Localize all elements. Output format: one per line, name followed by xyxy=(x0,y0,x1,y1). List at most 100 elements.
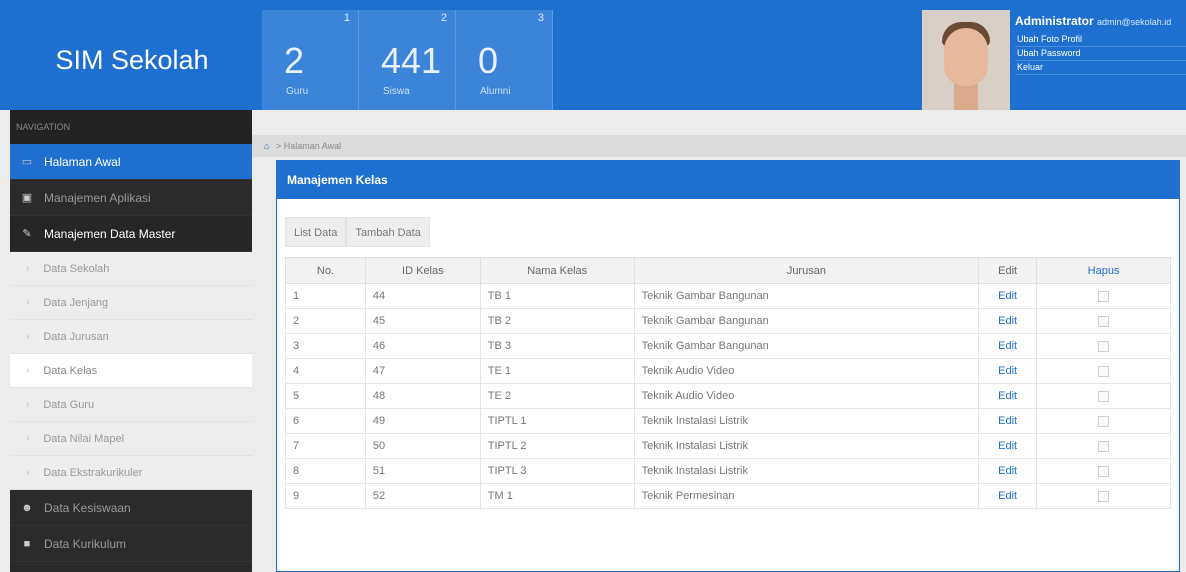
cell-no: 5 xyxy=(285,383,366,409)
edit-link[interactable]: Edit xyxy=(998,340,1017,352)
edit-link[interactable]: Edit xyxy=(998,315,1017,327)
table-row: 5 48 TE 2 Teknik Audio Video Edit xyxy=(285,383,1171,409)
column-header-no[interactable]: No. xyxy=(285,257,366,284)
sidebar-item-label: Manajemen Aplikasi xyxy=(44,190,151,205)
column-header-delete[interactable]: Hapus xyxy=(1036,257,1171,284)
avatar[interactable] xyxy=(922,10,1010,110)
cell-no: 3 xyxy=(285,333,366,359)
cell-name: TB 2 xyxy=(479,308,635,334)
delete-checkbox[interactable] xyxy=(1098,415,1110,427)
sidebar-subitem-guru[interactable]: › Data Guru xyxy=(10,388,252,422)
sidebar-subitem-label: Data Kelas xyxy=(43,364,98,377)
cell-major: Teknik Instalasi Listrik xyxy=(633,408,980,434)
stat-label: Siswa xyxy=(383,86,410,97)
cell-major: Teknik Instalasi Listrik xyxy=(633,458,980,484)
edit-link[interactable]: Edit xyxy=(998,390,1017,402)
class-management-panel: Manajemen Kelas List Data Tambah Data No… xyxy=(276,160,1180,572)
breadcrumb-item[interactable]: Halaman Awal xyxy=(284,141,341,151)
sidebar-subitem-label: Data Ekstrakurikuler xyxy=(43,466,143,479)
cell-no: 4 xyxy=(285,358,366,384)
cell-major: Teknik Audio Video xyxy=(633,383,980,409)
delete-checkbox[interactable] xyxy=(1098,390,1110,402)
laptop-icon: ▭ xyxy=(21,156,33,168)
cell-id: 46 xyxy=(364,333,481,359)
delete-checkbox[interactable] xyxy=(1098,365,1110,377)
cell-major: Teknik Audio Video xyxy=(633,358,980,384)
column-header-name[interactable]: Nama Kelas xyxy=(479,257,635,284)
cell-no: 9 xyxy=(285,483,366,509)
sidebar-subitem-label: Data Nilai Mapel xyxy=(43,432,125,445)
cell-id: 50 xyxy=(364,433,481,459)
sidebar-subitem-label: Data Sekolah xyxy=(43,262,110,275)
cell-name: TB 3 xyxy=(479,333,635,359)
edit-link[interactable]: Edit xyxy=(998,440,1017,452)
sidebar-subitem-sekolah[interactable]: › Data Sekolah xyxy=(10,252,252,286)
edit-link[interactable]: Edit xyxy=(998,415,1017,427)
column-header-id[interactable]: ID Kelas xyxy=(364,257,481,284)
edit-link[interactable]: Edit xyxy=(998,365,1017,377)
pencil-icon: ✎ xyxy=(22,228,32,240)
stat-value: 441 xyxy=(381,40,442,81)
cell-no: 2 xyxy=(285,308,366,334)
user-email: admin@sekolah.id xyxy=(1097,17,1172,27)
users-icon: ☻ xyxy=(21,501,33,514)
cell-major: Teknik Gambar Bangunan xyxy=(633,283,980,309)
edit-link[interactable]: Edit xyxy=(998,490,1017,502)
sidebar-item-kurikulum[interactable]: ■ Data Kurikulum xyxy=(10,526,252,562)
cell-no: 1 xyxy=(285,283,366,309)
sidebar-subitem-kelas[interactable]: › Data Kelas xyxy=(10,354,252,388)
sidebar-item-kesiswaan[interactable]: ☻ Data Kesiswaan xyxy=(10,490,252,526)
table-header-row: No. ID Kelas Nama Kelas Jurusan Edit Hap… xyxy=(285,257,1171,284)
sidebar-subitem-jurusan[interactable]: › Data Jurusan xyxy=(10,320,252,354)
tab-list-data[interactable]: List Data xyxy=(285,217,347,247)
sidebar-subitem-label: Data Guru xyxy=(43,398,95,411)
sidebar-item-home[interactable]: ▭ Halaman Awal xyxy=(10,144,252,180)
cell-major: Teknik Gambar Bangunan xyxy=(633,308,980,334)
stat-guru[interactable]: 1 2 Guru xyxy=(262,10,359,110)
stat-index: 3 xyxy=(537,12,544,24)
tab-add-data[interactable]: Tambah Data xyxy=(346,217,430,247)
edit-link[interactable]: Edit xyxy=(998,465,1017,477)
stat-value: 2 xyxy=(284,40,305,81)
edit-link[interactable]: Edit xyxy=(998,290,1017,302)
stat-alumni[interactable]: 3 0 Alumni xyxy=(456,10,553,110)
top-header: SIM Sekolah 1 2 Guru 2 441 Siswa 3 0 Alu… xyxy=(0,0,1186,110)
table-row: 7 50 TIPTL 2 Teknik Instalasi Listrik Edit xyxy=(285,433,1171,459)
table-row: 4 47 TE 1 Teknik Audio Video Edit xyxy=(285,358,1171,384)
sidebar-item-label: Data Kurikulum xyxy=(44,536,127,551)
stat-siswa[interactable]: 2 441 Siswa xyxy=(359,10,456,110)
cell-name: TB 1 xyxy=(479,283,635,309)
change-photo-link[interactable]: Ubah Foto Profil xyxy=(1015,33,1186,47)
home-icon[interactable]: ⌂ xyxy=(264,141,269,151)
cell-id: 51 xyxy=(364,458,481,484)
sidebar-item-label: Data Kesiswaan xyxy=(44,500,131,515)
breadcrumb: ⌂ > Halaman Awal xyxy=(252,135,1186,157)
sidebar-subitem-jenjang[interactable]: › Data Jenjang xyxy=(10,286,252,320)
cell-no: 6 xyxy=(285,408,366,434)
table-row: 9 52 TM 1 Teknik Permesinan Edit xyxy=(285,483,1171,509)
app-logo[interactable]: SIM Sekolah xyxy=(12,10,252,110)
logout-link[interactable]: Keluar xyxy=(1015,61,1186,75)
sidebar-item-app-management[interactable]: ▣ Manajemen Aplikasi xyxy=(10,180,252,216)
delete-checkbox[interactable] xyxy=(1098,440,1110,452)
column-header-major[interactable]: Jurusan xyxy=(633,257,980,284)
delete-checkbox[interactable] xyxy=(1098,340,1110,352)
delete-checkbox[interactable] xyxy=(1098,465,1110,477)
delete-checkbox[interactable] xyxy=(1098,290,1110,302)
cell-no: 8 xyxy=(285,458,366,484)
cell-name: TIPTL 1 xyxy=(479,408,635,434)
sidebar-subitem-nilai-mapel[interactable]: › Data Nilai Mapel xyxy=(10,422,252,456)
cell-major: Teknik Permesinan xyxy=(633,483,980,509)
chevron-right-icon: › xyxy=(26,331,30,342)
user-name: Administrator admin@sekolah.id xyxy=(1015,14,1186,28)
chevron-right-icon: › xyxy=(26,399,30,410)
sidebar-subitem-ekstrakurikuler[interactable]: › Data Ekstrakurikuler xyxy=(10,456,252,490)
sidebar-item-master-data[interactable]: ✎ Manajemen Data Master xyxy=(10,216,252,252)
delete-checkbox[interactable] xyxy=(1098,315,1110,327)
delete-checkbox[interactable] xyxy=(1098,490,1110,502)
panel-title: Manajemen Kelas xyxy=(277,161,1179,199)
change-password-link[interactable]: Ubah Password xyxy=(1015,47,1186,61)
cell-name: TIPTL 2 xyxy=(479,433,635,459)
chevron-right-icon: › xyxy=(26,433,30,444)
column-header-edit: Edit xyxy=(978,257,1038,284)
